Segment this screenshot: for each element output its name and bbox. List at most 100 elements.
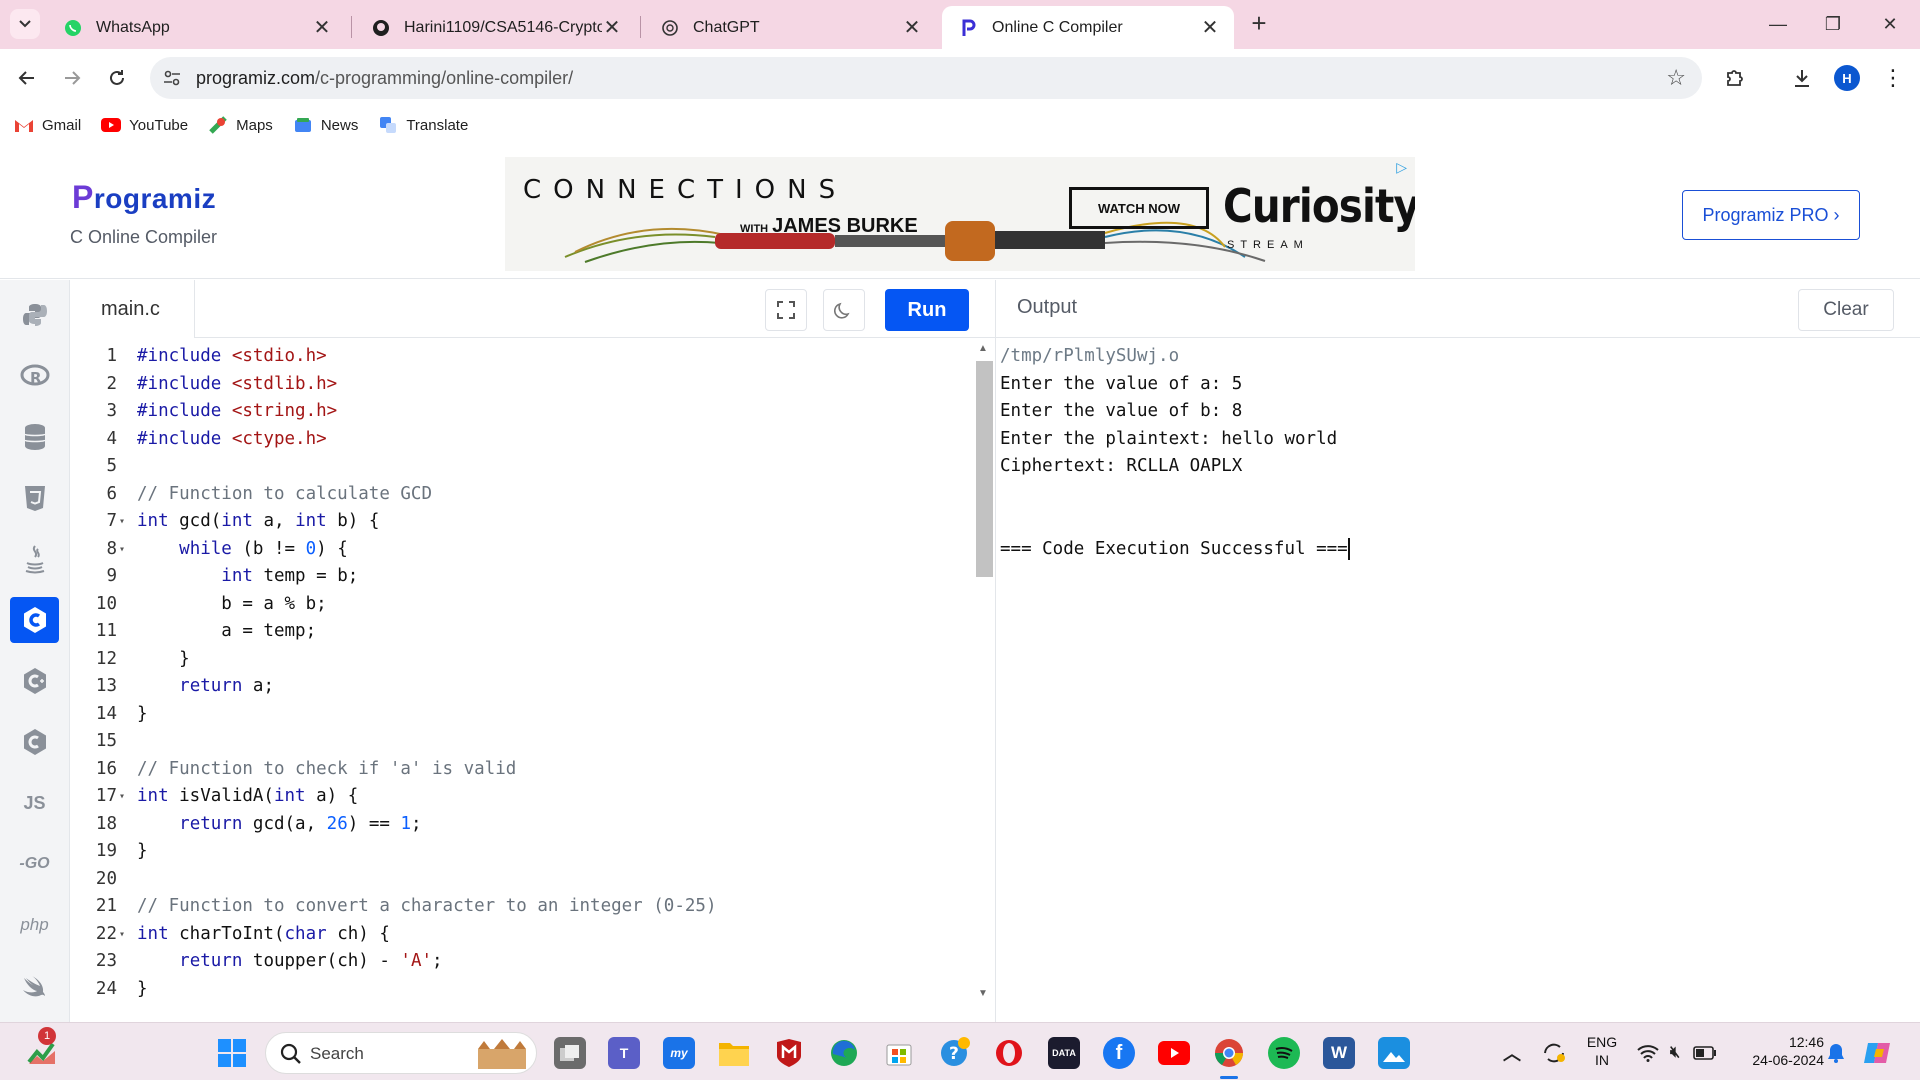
word-icon[interactable]: W [1323, 1037, 1355, 1069]
youtube-app-icon[interactable] [1158, 1037, 1190, 1069]
tab-github[interactable]: Harini1109/CSA5146-Cryptogra ✕ [354, 6, 636, 49]
sidebar-item-c[interactable] [10, 597, 59, 643]
minimize-button[interactable]: — [1755, 8, 1801, 40]
fold-arrow-icon[interactable]: ▾ [119, 536, 129, 564]
bookmark-gmail[interactable]: Gmail [14, 117, 81, 134]
forward-button[interactable] [55, 61, 89, 95]
code-line[interactable]: 1 #include <stdio.h> [71, 343, 975, 371]
address-bar[interactable]: programiz.com/c-programming/online-compi… [150, 57, 1702, 99]
code-line[interactable]: 7 ▾ int gcd(int a, int b) { [71, 508, 975, 536]
data-app-icon[interactable]: DATA [1048, 1037, 1080, 1069]
code-line[interactable]: 15 [71, 728, 975, 756]
scroll-up-arrow-icon[interactable]: ▲ [978, 343, 988, 354]
code-line[interactable]: 23 return toupper(ch) - 'A'; [71, 948, 975, 976]
spotify-icon[interactable] [1268, 1037, 1300, 1069]
code-line[interactable]: 9 int temp = b; [71, 563, 975, 591]
code-line[interactable]: 21 // Function to convert a character to … [71, 893, 975, 921]
browser-menu-button[interactable]: ⋮ [1876, 61, 1910, 95]
code-line[interactable]: 3 #include <string.h> [71, 398, 975, 426]
tab-search-button[interactable] [10, 9, 40, 39]
extensions-button[interactable] [1718, 61, 1752, 95]
code-line[interactable]: 10 b = a % b; [71, 591, 975, 619]
back-button[interactable] [10, 61, 44, 95]
language-indicator[interactable]: ENG IN [1578, 1033, 1626, 1069]
editor-scrollbar-thumb[interactable] [976, 361, 993, 577]
advertisement-banner[interactable]: CONNECTIONS WITH JAMES BURKE WATCH NOW Cu… [505, 157, 1415, 271]
bookmark-translate[interactable]: Translate [378, 117, 468, 134]
sync-icon[interactable] [1538, 1037, 1570, 1069]
close-tab-icon[interactable]: ✕ [902, 15, 922, 40]
code-line[interactable]: 12 } [71, 646, 975, 674]
new-tab-button[interactable]: + [1245, 10, 1273, 38]
sidebar-item-java[interactable] [10, 536, 59, 582]
fold-arrow-icon[interactable]: ▾ [119, 508, 129, 536]
mcafee-icon[interactable] [773, 1037, 805, 1069]
sidebar-item-html[interactable] [10, 475, 59, 521]
code-line[interactable]: 19} [71, 838, 975, 866]
tab-online-c-compiler[interactable]: Online C Compiler ✕ [942, 6, 1234, 49]
site-settings-icon[interactable] [162, 68, 182, 93]
reload-button[interactable] [100, 61, 134, 95]
code-line[interactable]: 18 return gcd(a, 26) == 1; [71, 811, 975, 839]
code-line[interactable]: 16 // Function to check if 'a' is valid [71, 756, 975, 784]
code-line[interactable]: 24} [71, 976, 975, 1004]
copilot-icon[interactable] [1862, 1037, 1894, 1069]
tab-whatsapp[interactable]: WhatsApp ✕ [46, 6, 346, 49]
code-editor[interactable]: 1 #include <stdio.h> 2 #include <stdlib.h> 3… [71, 339, 975, 1022]
teams-icon[interactable]: T [608, 1037, 640, 1069]
code-line[interactable]: 5 [71, 453, 975, 481]
task-view-icon[interactable] [554, 1037, 586, 1069]
fullscreen-button[interactable] [765, 289, 807, 331]
mylearn-icon[interactable]: my [663, 1037, 695, 1069]
sidebar-item-cpp[interactable] [10, 658, 59, 704]
sidebar-item-sql[interactable] [10, 414, 59, 460]
code-line[interactable]: 13 return a; [71, 673, 975, 701]
ad-watch-now-button[interactable]: WATCH NOW [1069, 187, 1209, 229]
battery-icon[interactable] [1689, 1037, 1721, 1069]
programiz-pro-button[interactable]: Programiz PRO › [1682, 190, 1860, 240]
code-line[interactable]: 6 // Function to calculate GCD [71, 481, 975, 509]
sidebar-item-r[interactable]: R [10, 353, 59, 399]
file-explorer-icon[interactable] [718, 1037, 750, 1069]
taskbar-search[interactable]: Search [265, 1032, 537, 1074]
fold-arrow-icon[interactable]: ▾ [119, 783, 129, 811]
close-tab-icon[interactable]: ✕ [602, 15, 622, 40]
programiz-logo[interactable]: Programiz [72, 179, 216, 216]
bell-icon[interactable] [1820, 1037, 1852, 1069]
restore-button[interactable]: ❐ [1810, 8, 1856, 40]
dark-mode-toggle[interactable] [823, 289, 865, 331]
microsoft-store-icon[interactable] [883, 1037, 915, 1069]
volume-muted-icon[interactable]: 🔇︎ [1659, 1037, 1691, 1069]
opera-icon[interactable] [993, 1037, 1025, 1069]
output-console[interactable]: /tmp/rPlmlySUwj.o Enter the value of a: 5… [996, 339, 1920, 1022]
sidebar-item-go[interactable]: -GO [10, 841, 59, 887]
code-line[interactable]: 2 #include <stdlib.h> [71, 371, 975, 399]
downloads-button[interactable] [1785, 61, 1819, 95]
photos-icon[interactable] [1378, 1037, 1410, 1069]
run-button[interactable]: Run [885, 289, 969, 331]
chevron-up-icon[interactable]: ︿ [1496, 1037, 1528, 1069]
file-tab-main-c[interactable]: main.c [71, 280, 195, 338]
code-line[interactable]: 8 ▾ while (b != 0) { [71, 536, 975, 564]
code-line[interactable]: 17 ▾ int isValidA(int a) { [71, 783, 975, 811]
code-line[interactable]: 11 a = temp; [71, 618, 975, 646]
bookmark-youtube[interactable]: YouTube [101, 117, 188, 134]
profile-button[interactable]: H [1830, 61, 1864, 95]
facebook-icon[interactable]: f [1103, 1037, 1135, 1069]
adchoices-icon[interactable]: ▷ [1396, 159, 1407, 176]
clock[interactable]: 12:46 24-06-2024 [1734, 1033, 1824, 1069]
code-line[interactable]: 14} [71, 701, 975, 729]
code-line[interactable]: 4 #include <ctype.h> [71, 426, 975, 454]
close-tab-icon[interactable]: ✕ [312, 15, 332, 40]
bookmark-news[interactable]: News [293, 117, 358, 134]
sidebar-item-python[interactable] [10, 292, 59, 338]
code-line[interactable]: 20 [71, 866, 975, 894]
bookmark-star-icon[interactable]: ☆ [1666, 65, 1686, 91]
sidebar-item-csharp[interactable] [10, 719, 59, 765]
sidebar-item-swift[interactable] [10, 963, 59, 1009]
sidebar-item-javascript[interactable]: JS [10, 780, 59, 826]
start-button[interactable] [216, 1037, 248, 1069]
close-window-button[interactable]: ✕ [1867, 8, 1913, 40]
chrome-icon[interactable] [1213, 1037, 1245, 1069]
edge-icon[interactable] [828, 1037, 860, 1069]
